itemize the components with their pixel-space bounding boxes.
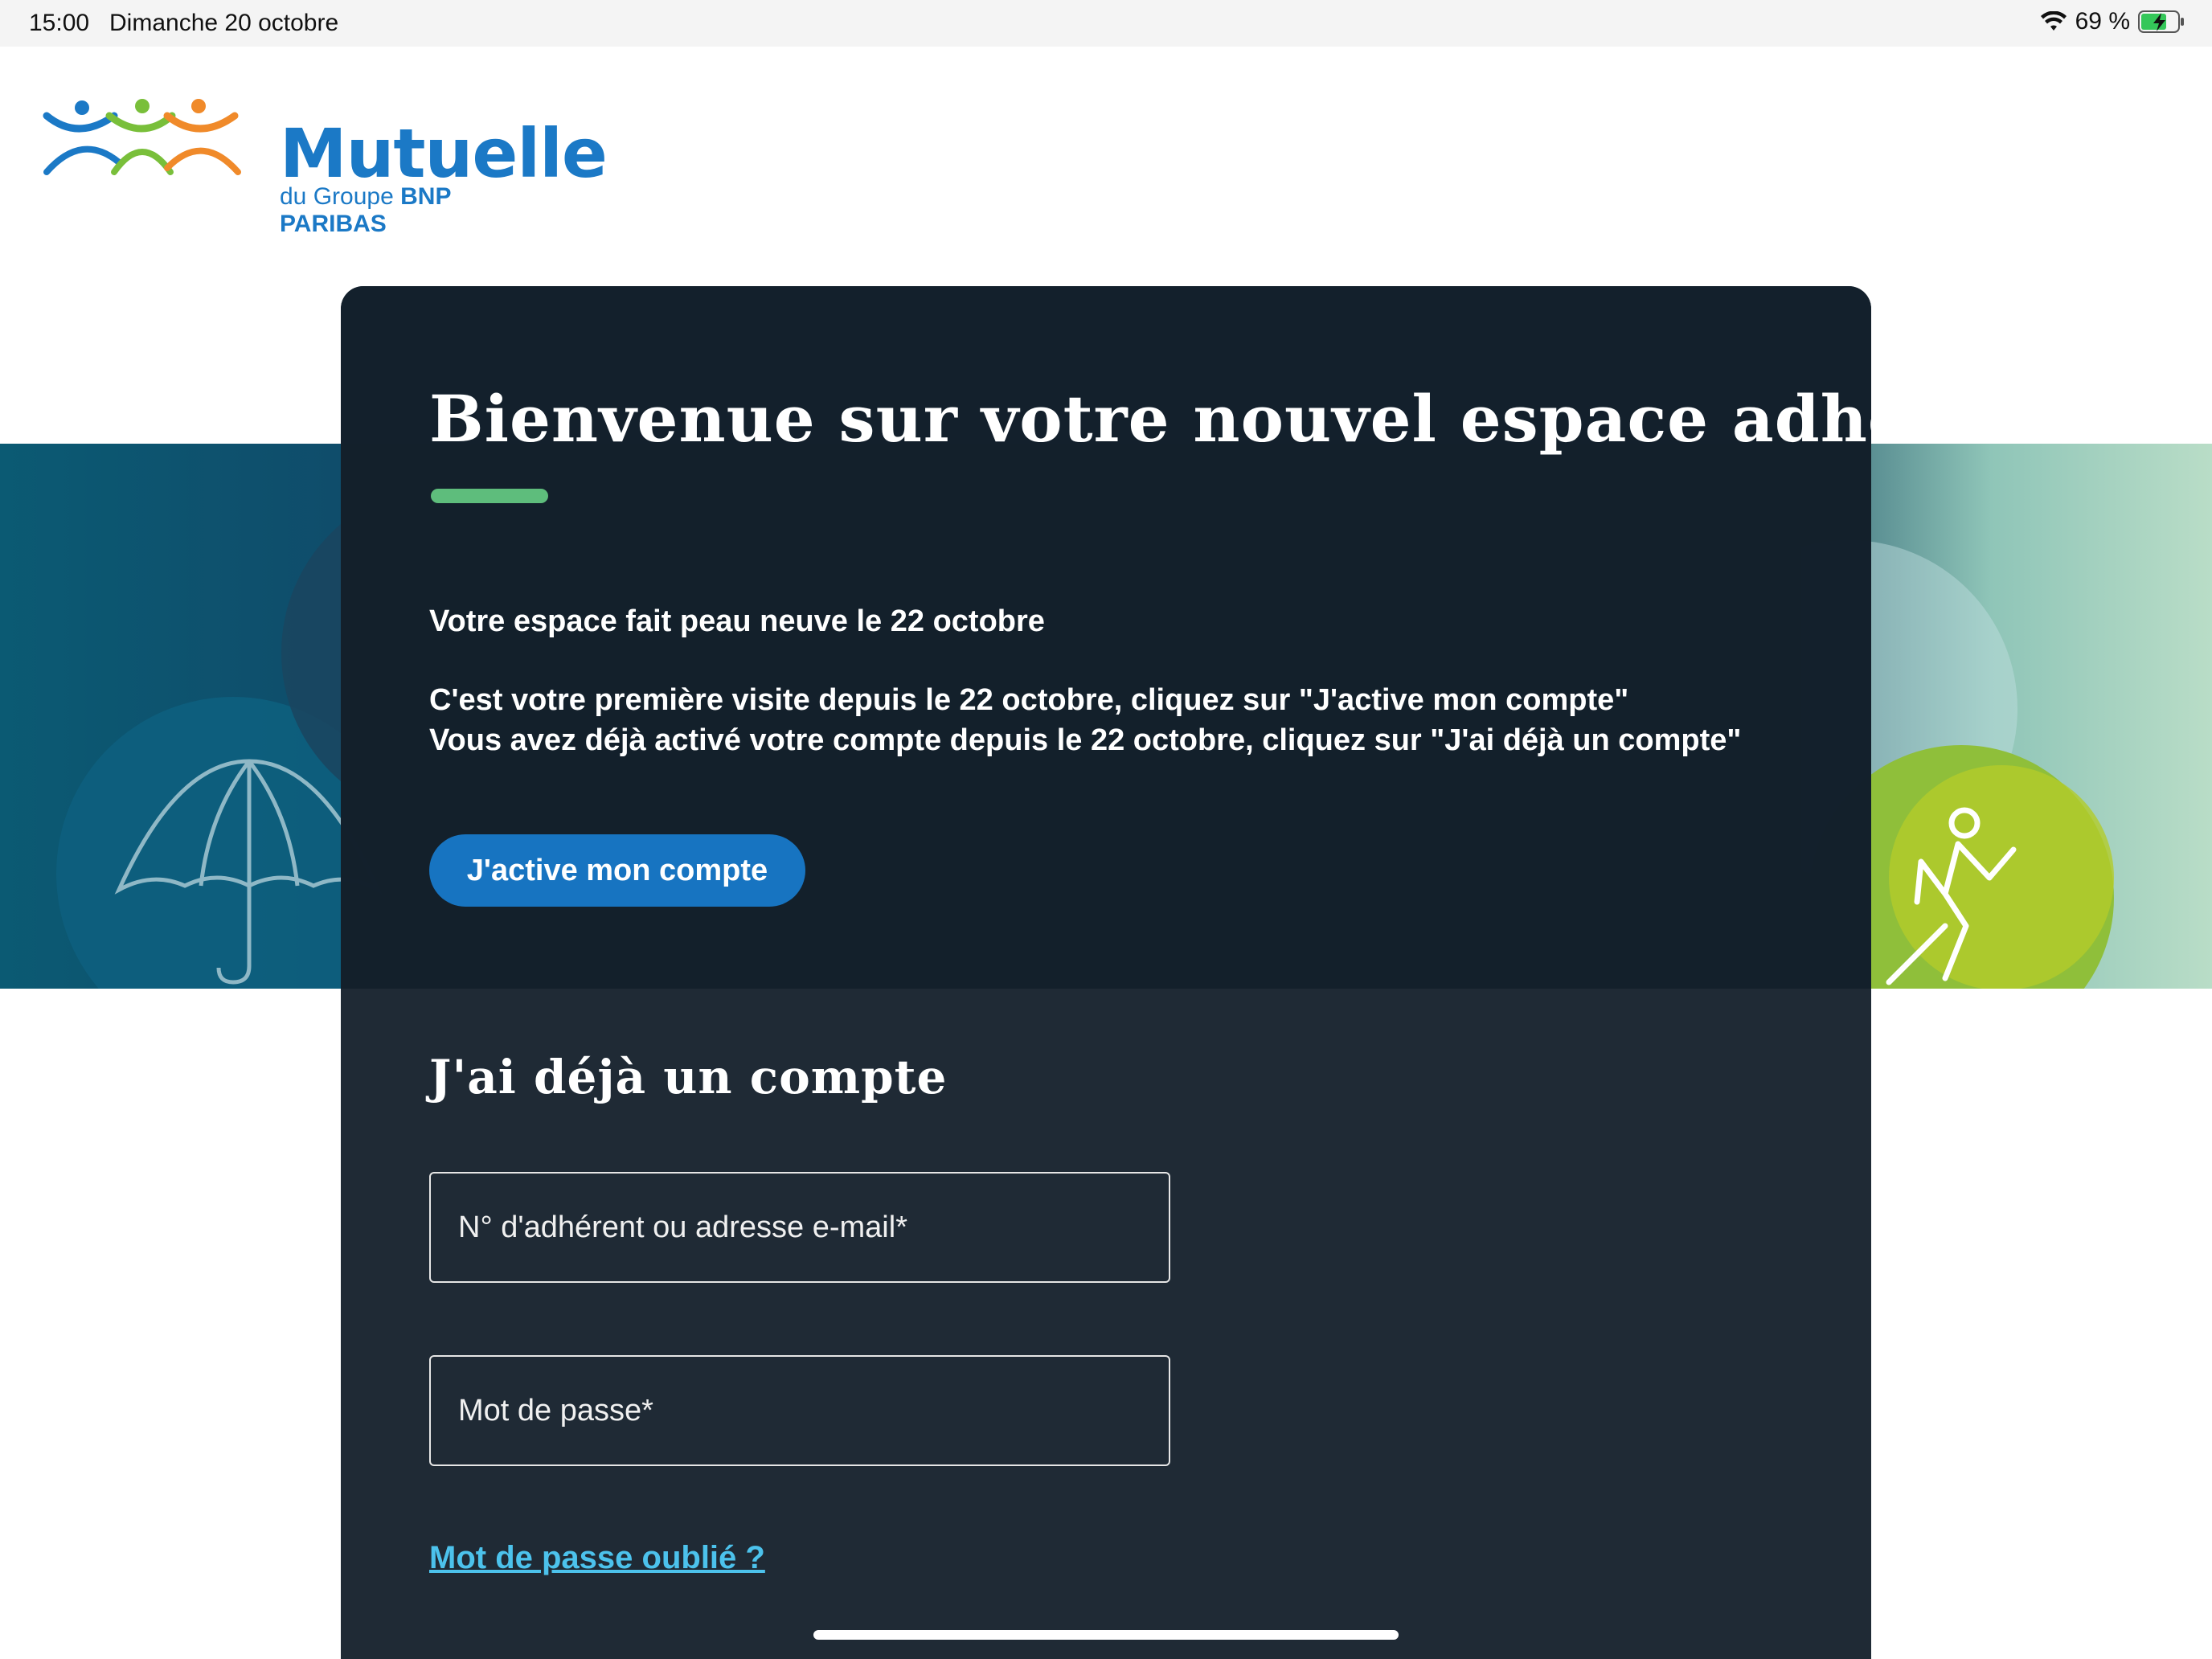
home-indicator[interactable] xyxy=(813,1630,1399,1640)
welcome-card: Bienvenue sur votre nouvel espace adhére… xyxy=(341,286,1871,1659)
forgot-password-link[interactable]: Mot de passe oublié ? xyxy=(429,1540,765,1576)
intro-text: Votre espace fait peau neuve le 22 octob… xyxy=(429,604,1045,638)
member-id-placeholder: N° d'adhérent ou adresse e-mail* xyxy=(458,1210,907,1244)
status-date: Dimanche 20 octobre xyxy=(109,10,339,36)
brand-subtitle-prefix: du Groupe xyxy=(280,183,401,210)
brand-name: Mutuelle xyxy=(280,114,608,193)
password-input[interactable]: Mot de passe* xyxy=(429,1355,1170,1466)
status-bar: 15:00 Dimanche 20 octobre 69 % xyxy=(0,0,2212,47)
brand-subtitle: du Groupe BNP PARIBAS xyxy=(280,183,540,238)
wifi-icon xyxy=(2040,11,2067,32)
status-time: 15:00 xyxy=(29,10,90,36)
page-title: Bienvenue sur votre nouvel espace adhére… xyxy=(429,381,1871,457)
brand-logo-mark xyxy=(43,99,241,175)
battery-charging-icon xyxy=(2138,10,2185,34)
password-placeholder: Mot de passe* xyxy=(458,1394,653,1428)
brand-logo[interactable]: Mutuelle du Groupe BNP PARIBAS xyxy=(42,85,608,238)
status-right: 69 % xyxy=(2040,8,2185,35)
battery-percent: 69 % xyxy=(2075,8,2130,35)
instruction-line-2: Vous avez déjà activé votre compte depui… xyxy=(429,723,1742,757)
title-accent-bar xyxy=(431,489,548,503)
login-section-title: J'ai déjà un compte xyxy=(429,1050,948,1104)
activate-account-button[interactable]: J'active mon compte xyxy=(429,834,805,907)
instructions: C'est votre première visite depuis le 22… xyxy=(429,680,1741,760)
member-id-input[interactable]: N° d'adhérent ou adresse e-mail* xyxy=(429,1172,1170,1283)
instruction-line-1: C'est votre première visite depuis le 22… xyxy=(429,683,1629,717)
